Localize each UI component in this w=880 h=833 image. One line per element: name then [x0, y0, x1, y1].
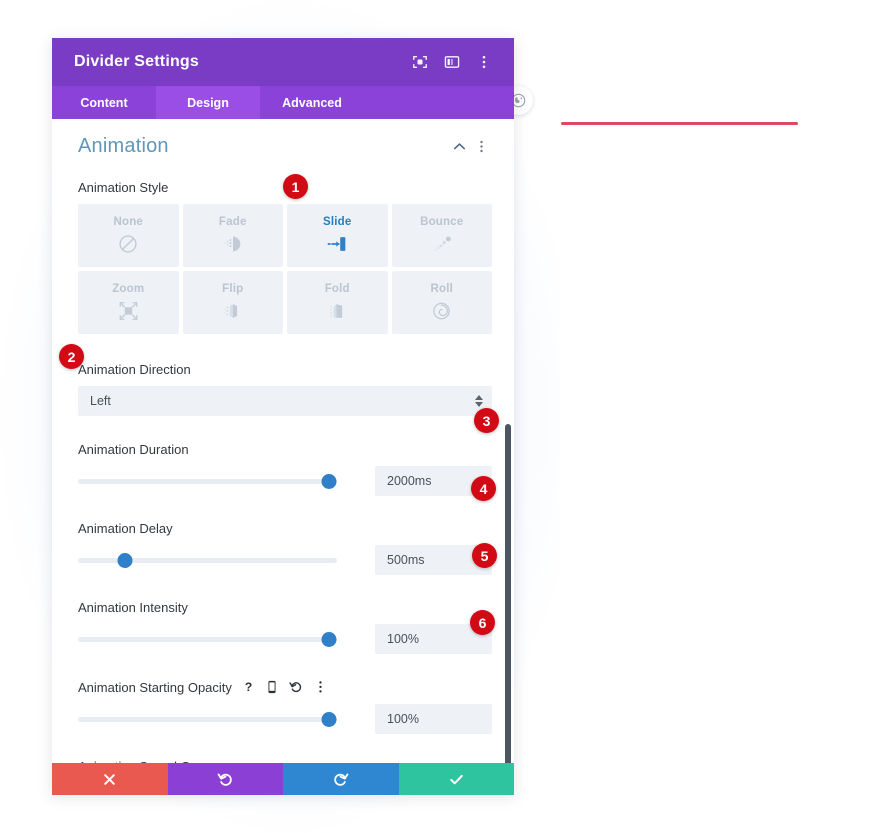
style-option-label: Slide	[323, 215, 352, 228]
layout-columns-icon[interactable]	[438, 48, 466, 76]
more-vertical-icon[interactable]	[470, 48, 498, 76]
cancel-button[interactable]	[52, 763, 168, 795]
divider-preview-line	[561, 122, 798, 125]
slider-knob[interactable]	[321, 711, 337, 727]
tab-advanced[interactable]: Advanced	[260, 86, 364, 119]
style-option-label: Zoom	[112, 282, 145, 295]
chevron-updown-icon	[475, 395, 483, 407]
slider-track	[78, 636, 337, 642]
fade-icon	[221, 232, 245, 256]
animation-intensity-row: 100%	[78, 624, 492, 654]
style-option-label: Flip	[222, 282, 244, 295]
mobile-device-icon[interactable]	[265, 679, 280, 695]
animation-starting-opacity-slider[interactable]	[78, 710, 337, 728]
x-close-icon	[104, 773, 116, 785]
style-option-bounce[interactable]: Bounce	[391, 204, 492, 267]
focus-target-icon[interactable]	[406, 48, 434, 76]
zoom-expand-icon	[117, 299, 140, 323]
style-option-slide[interactable]: Slide	[287, 204, 388, 267]
animation-duration-row: 2000ms	[78, 466, 492, 496]
redo-button[interactable]	[283, 763, 399, 795]
slider-knob[interactable]	[117, 552, 133, 568]
animation-duration-slider[interactable]	[78, 472, 337, 490]
animation-intensity-slider[interactable]	[78, 630, 337, 648]
panel-header: Divider Settings	[52, 38, 514, 86]
animation-delay-slider[interactable]	[78, 551, 337, 569]
animation-section-header: Animation	[78, 135, 492, 158]
panel-body: Animation Animation Style None Fade Slid…	[52, 119, 514, 763]
action-bar	[52, 763, 514, 795]
slider-knob[interactable]	[321, 631, 337, 647]
flip-icon	[221, 299, 245, 323]
style-option-fold[interactable]: Fold	[287, 271, 388, 334]
slider-track	[78, 478, 337, 484]
fold-icon	[325, 299, 349, 323]
tab-bar: Content Design Advanced	[52, 86, 514, 119]
divider-settings-panel: Divider Settings Content Design Advanced…	[52, 38, 514, 795]
style-option-flip[interactable]: Flip	[182, 271, 283, 334]
animation-starting-opacity-label-row: Animation Starting Opacity ?	[78, 679, 492, 695]
animation-delay-row: 500ms	[78, 545, 492, 575]
animation-starting-opacity-label: Animation Starting Opacity	[78, 679, 232, 695]
section-title: Animation	[78, 135, 169, 157]
style-option-label: None	[113, 215, 144, 228]
bounce-icon	[429, 232, 455, 256]
style-option-label: Bounce	[420, 215, 464, 228]
help-question-icon[interactable]: ?	[241, 679, 256, 695]
animation-intensity-label: Animation Intensity	[78, 600, 188, 615]
style-option-label: Roll	[430, 282, 454, 295]
style-option-none[interactable]: None	[78, 204, 179, 267]
panel-title: Divider Settings	[74, 53, 200, 70]
no-entry-icon	[117, 232, 139, 256]
slider-track	[78, 716, 337, 722]
animation-direction-value: Left	[90, 394, 111, 408]
chevron-up-icon[interactable]	[448, 136, 470, 158]
roll-spiral-icon	[430, 299, 453, 323]
tab-content[interactable]: Content	[52, 86, 156, 119]
animation-direction-select[interactable]: Left	[78, 386, 492, 416]
style-option-fade[interactable]: Fade	[182, 204, 283, 267]
save-button[interactable]	[398, 763, 514, 795]
animation-speed-curve-label: Animation Speed Curve	[78, 759, 492, 763]
callout-badge-3: 3	[474, 408, 499, 433]
opacity-more-vertical-icon[interactable]	[313, 679, 328, 695]
panel-scrollbar[interactable]	[505, 424, 511, 763]
undo-icon	[217, 773, 232, 786]
callout-badge-5: 5	[472, 543, 497, 568]
slide-arrow-icon	[324, 232, 350, 256]
callout-badge-1: 1	[283, 174, 308, 199]
animation-duration-label: Animation Duration	[78, 442, 189, 457]
callout-badge-4: 4	[471, 476, 496, 501]
animation-style-grid: None Fade Slide Bounce Zoom Flip Fold Ro…	[78, 204, 492, 334]
redo-icon	[334, 773, 349, 786]
animation-starting-opacity-value[interactable]: 100%	[375, 704, 492, 734]
callout-badge-6: 6	[470, 610, 495, 635]
animation-starting-opacity-row: 100%	[78, 704, 492, 734]
style-option-zoom[interactable]: Zoom	[78, 271, 179, 334]
animation-delay-label: Animation Delay	[78, 521, 173, 536]
style-option-roll[interactable]: Roll	[391, 271, 492, 334]
style-option-label: Fade	[218, 215, 247, 228]
animation-direction-label: Animation Direction	[78, 362, 191, 377]
checkmark-icon	[449, 774, 463, 784]
slider-knob[interactable]	[321, 473, 337, 489]
style-option-label: Fold	[324, 282, 350, 295]
undo-button[interactable]	[167, 763, 283, 795]
svg-text:?: ?	[245, 680, 252, 694]
tab-design[interactable]: Design	[156, 86, 260, 119]
reset-undo-icon[interactable]	[289, 679, 304, 695]
callout-badge-2: 2	[59, 344, 84, 369]
section-more-vertical-icon[interactable]	[470, 136, 492, 158]
